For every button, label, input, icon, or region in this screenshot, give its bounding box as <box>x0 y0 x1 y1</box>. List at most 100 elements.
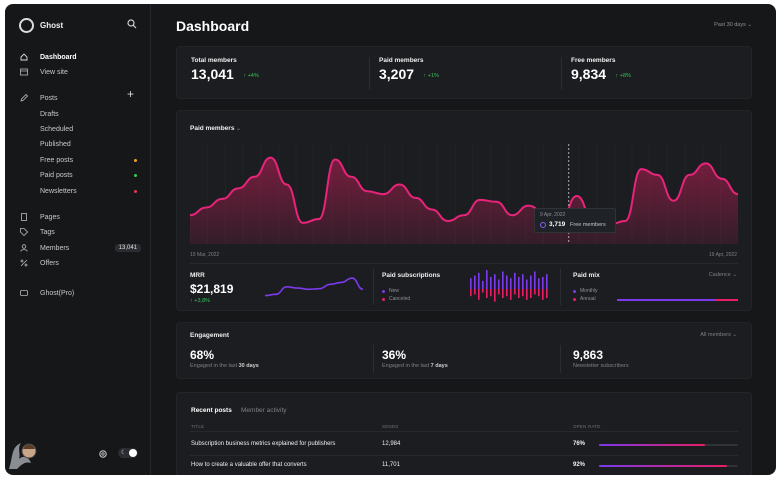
nav-label: Drafts <box>40 110 59 118</box>
subs-new-bar <box>522 274 524 289</box>
paid-posts-dot <box>134 173 137 177</box>
subs-new-bar <box>494 274 496 289</box>
subs-new-bar <box>546 274 548 289</box>
nav-item-posts[interactable]: Posts <box>19 91 143 105</box>
brand-name: Ghost <box>40 21 64 30</box>
engagement-30d-value: 68% <box>190 348 215 362</box>
paid-mix-label: Paid mix <box>573 272 600 279</box>
main-content: Dashboard Past 30 days ⌄ Total members 1… <box>176 4 752 475</box>
subs-canceled-bar <box>490 289 492 297</box>
subs-canceled-bar <box>478 289 480 300</box>
nav-item-pages[interactable]: Pages <box>19 210 143 224</box>
subs-canceled-bar <box>510 289 512 300</box>
open-rate-bar <box>599 465 738 467</box>
paid-members-chart[interactable] <box>190 144 738 244</box>
subs-canceled-bar <box>494 289 496 302</box>
nav-item-newsletters[interactable]: Newsletters <box>19 184 143 198</box>
nav-label: Published <box>40 140 71 148</box>
gear-icon[interactable] <box>98 449 108 459</box>
legend-dot <box>573 297 576 301</box>
nav-item-members[interactable]: Members 13,041 <box>19 241 143 255</box>
subs-canceled-bar <box>546 289 548 298</box>
chevron-down-icon: ⌄ <box>732 272 737 278</box>
mrr-sparkline[interactable] <box>265 275 363 303</box>
subs-canceled-bar <box>518 289 520 298</box>
post-sends: 11,701 <box>382 462 400 468</box>
subs-new-bar <box>498 279 500 289</box>
subs-canceled-bar <box>526 289 528 300</box>
avatar[interactable] <box>7 439 39 471</box>
nav-item-view-site[interactable]: View site <box>19 65 143 79</box>
subs-canceled-bar <box>482 289 484 293</box>
nav-item-scheduled[interactable]: Scheduled <box>19 122 143 136</box>
divider <box>561 57 562 90</box>
subs-new-bar <box>482 280 484 289</box>
caption-emph: 30 days <box>238 363 259 369</box>
kpi-delta: ↑ +4% <box>243 73 259 79</box>
tooltip-date: 9 Apr, 2022 <box>540 212 566 218</box>
nav-item-drafts[interactable]: Drafts <box>19 107 143 121</box>
cadence-select[interactable]: Cadence ⌄ <box>709 272 737 278</box>
nav-item-paid-posts[interactable]: Paid posts <box>19 168 143 182</box>
kpi-total-members[interactable]: Total members 13,041 ↑ +4% <box>191 57 259 84</box>
ghost-pro-icon <box>19 289 29 297</box>
legend-label: New <box>389 288 400 294</box>
nav-item-free-posts[interactable]: Free posts <box>19 153 143 167</box>
kpi-paid-members[interactable]: Paid members 3,207 ↑ +1% <box>379 57 439 84</box>
nav-item-offers[interactable]: Offers <box>19 256 143 270</box>
moon-icon: ☾ <box>121 450 127 456</box>
kpi-label: Paid members <box>379 57 424 64</box>
nav-item-dashboard[interactable]: Dashboard <box>19 50 143 64</box>
audience-label: All members <box>700 332 731 338</box>
audience-select[interactable]: All members ⌄ <box>700 332 737 338</box>
divider <box>373 345 374 373</box>
members-count-badge: 13,041 <box>114 244 141 252</box>
chart-start-date: 19 Mar, 2022 <box>190 252 220 258</box>
brand[interactable]: Ghost <box>19 18 63 33</box>
mrr-label: MRR <box>190 272 205 279</box>
members-icon <box>19 244 29 252</box>
subs-new-bar <box>514 272 516 289</box>
divider <box>190 263 738 264</box>
subs-new-bar <box>538 278 540 289</box>
search-icon[interactable] <box>127 19 137 29</box>
chart-title-select[interactable]: Paid members ⌄ <box>190 125 241 132</box>
newsletter-subscribers-value: 9,863 <box>573 348 604 362</box>
nav-label: Ghost(Pro) <box>40 289 75 297</box>
nav-item-ghost-pro[interactable]: Ghost(Pro) <box>19 286 143 300</box>
paid-mix-bar[interactable] <box>617 299 738 301</box>
app-window: Ghost Dashboard View site Posts + Drafts… <box>5 4 776 475</box>
chart-area <box>190 157 738 244</box>
kpi-delta: ↑ +8% <box>615 73 631 79</box>
legend-dot <box>382 297 385 301</box>
nav-label: Tags <box>40 228 55 236</box>
kpi-label: Total members <box>191 57 237 64</box>
recent-posts-card: Recent posts Member activity TITLE SENDS… <box>176 392 752 475</box>
mrr-value: $21,819 <box>190 282 234 296</box>
nav-item-tags[interactable]: Tags <box>19 225 143 239</box>
sidebar-footer: ☾ <box>5 435 151 475</box>
subs-new-bar <box>534 271 536 289</box>
tab-member-activity[interactable]: Member activity <box>241 407 287 414</box>
kpi-free-members[interactable]: Free members 9,834 ↑ +8% <box>571 57 631 84</box>
divider <box>190 431 738 432</box>
subs-canceled-bar <box>502 289 504 298</box>
nav-label: Dashboard <box>40 53 77 61</box>
nav-item-published[interactable]: Published <box>19 137 143 151</box>
dark-mode-toggle[interactable]: ☾ <box>118 448 138 458</box>
date-range-select[interactable]: Past 30 days ⌄ <box>714 22 752 28</box>
post-title[interactable]: How to create a valuable offer that conv… <box>191 462 307 468</box>
post-title[interactable]: Subscription business metrics explained … <box>191 441 335 447</box>
paid-subs-bars[interactable] <box>469 269 549 305</box>
kpi-delta: ↑ +1% <box>423 73 439 79</box>
legend-label: Annual <box>580 296 596 302</box>
new-post-button[interactable]: + <box>127 88 134 100</box>
divider <box>560 269 561 305</box>
chevron-down-icon: ⌄ <box>747 22 752 28</box>
col-title-header: TITLE <box>191 424 205 429</box>
col-sends-header: SENDS <box>382 424 399 429</box>
toggle-knob <box>129 449 137 457</box>
divider <box>369 57 370 90</box>
tab-recent-posts[interactable]: Recent posts <box>191 407 232 414</box>
posts-icon <box>19 94 29 102</box>
